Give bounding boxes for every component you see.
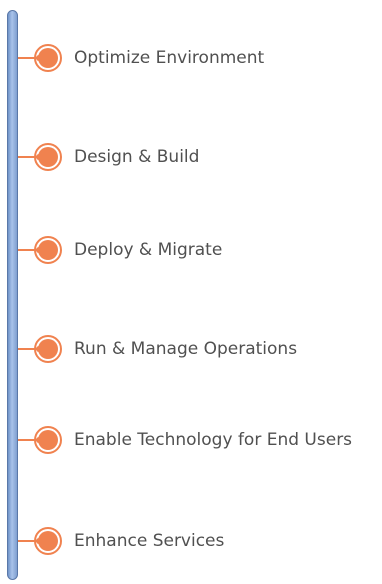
step-connector [18,538,42,544]
step-connector [18,437,42,443]
step-label: Enhance Services [74,531,225,551]
step-connector [18,55,42,61]
step-run-manage-operations: Run & Manage Operations [18,334,297,364]
step-design-build: Design & Build [18,142,199,172]
step-connector [18,346,42,352]
step-deploy-migrate: Deploy & Migrate [18,235,222,265]
step-label: Optimize Environment [74,48,265,68]
step-enhance-services: Enhance Services [18,526,224,556]
step-enable-technology: Enable Technology for End Users [18,425,352,455]
step-label: Deploy & Migrate [74,240,223,260]
step-connector [18,154,42,160]
steps-list: Optimize Environment Design & Build Depl… [0,0,382,584]
step-label: Design & Build [74,147,200,167]
step-label: Enable Technology for End Users [74,430,353,450]
step-optimize-environment: Optimize Environment [18,43,264,73]
step-label: Run & Manage Operations [74,339,298,359]
step-connector [18,247,42,253]
